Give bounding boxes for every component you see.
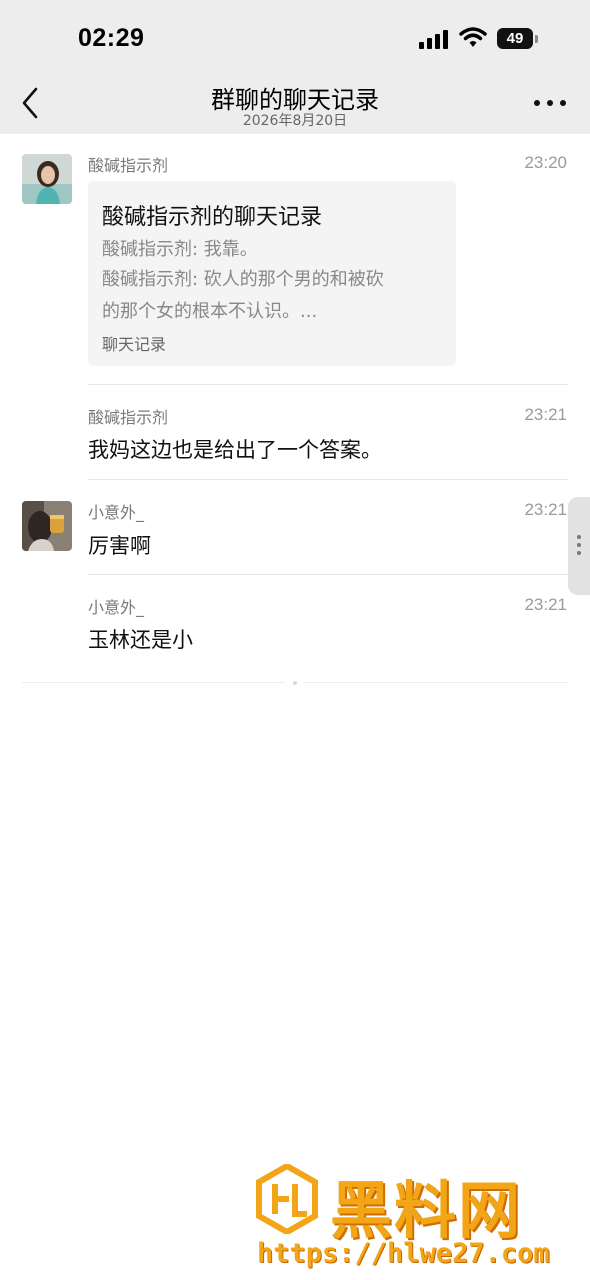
end-separator-dot	[293, 681, 297, 685]
sender-name: 酸碱指示剂	[88, 408, 169, 427]
card-line: 酸碱指示剂: 砍人的那个男的和被砍	[102, 269, 384, 290]
avatar[interactable]	[22, 501, 72, 551]
end-separator-left	[22, 682, 285, 683]
sender-name: 小意外_	[88, 598, 145, 617]
watermark-brand: 黑料网	[330, 1174, 523, 1247]
more-options-icon[interactable]	[534, 100, 566, 106]
wifi-icon	[459, 27, 487, 47]
card-line: 的那个女的根本不认识。...	[102, 301, 318, 322]
message-time: 23:21	[524, 500, 567, 519]
message-text: 厉害啊	[88, 534, 151, 558]
page-subtitle: 2026年8月20日	[242, 113, 348, 129]
message-time: 23:21	[524, 405, 567, 424]
watermark-logo-icon	[256, 1164, 318, 1234]
card-title: 酸碱指示剂的聊天记录	[102, 205, 323, 230]
message-text: 玉林还是小	[88, 628, 193, 652]
message-divider	[88, 574, 568, 575]
top-bar: 02:29 49 群聊的聊天记录 2026年8月20日	[0, 0, 590, 134]
status-time: 02:29	[78, 24, 145, 52]
chat-history-card[interactable]: 酸碱指示剂的聊天记录 酸碱指示剂: 我靠。 酸碱指示剂: 砍人的那个男的和被砍 …	[88, 181, 456, 366]
watermark-url: https://hlwe27.com	[257, 1238, 550, 1269]
card-footer: 聊天记录	[102, 335, 167, 354]
message-text: 我妈这边也是给出了一个答案。	[88, 438, 382, 462]
message-time: 23:20	[524, 153, 567, 172]
message-time: 23:21	[524, 595, 567, 614]
card-line: 酸碱指示剂: 我靠。	[102, 239, 258, 260]
end-separator-right	[303, 682, 568, 683]
sender-name: 小意外_	[88, 503, 145, 522]
avatar[interactable]	[22, 154, 72, 204]
message-divider	[88, 384, 568, 385]
cellular-signal-icon	[419, 29, 449, 49]
side-drawer-handle[interactable]	[568, 497, 590, 595]
battery-tip	[535, 35, 538, 43]
battery-indicator: 49	[497, 28, 533, 49]
sender-name: 酸碱指示剂	[88, 156, 169, 175]
message-divider	[88, 479, 568, 480]
watermark: 黑料网 https://hlwe27.com	[255, 1162, 585, 1274]
